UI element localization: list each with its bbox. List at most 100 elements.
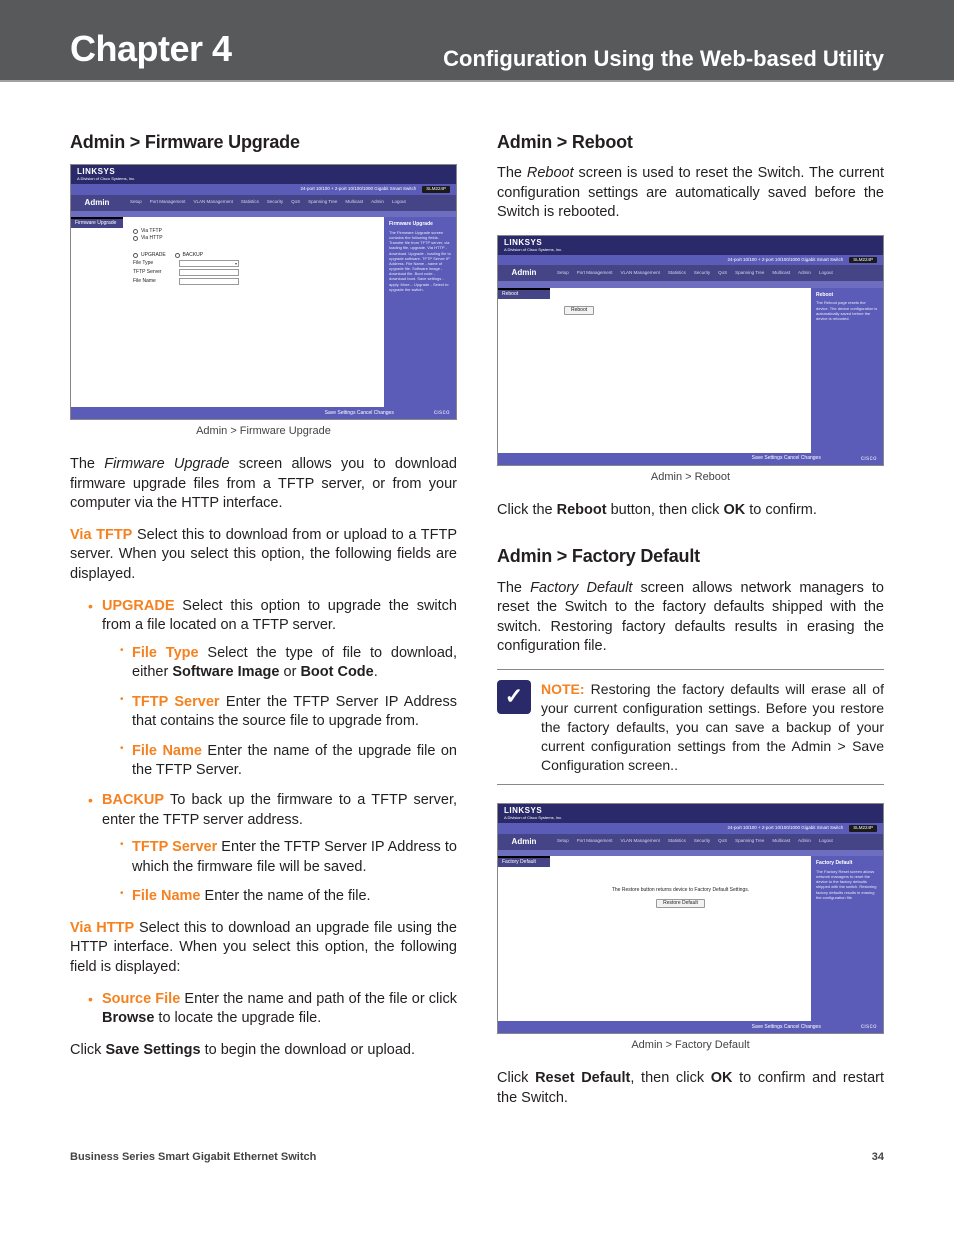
ss-tab: Multicast — [769, 838, 793, 845]
tftp-bullets: UPGRADE Select this option to upgrade th… — [70, 597, 457, 907]
ss-help-t: The Firmware Upgrade screen contains the… — [389, 230, 451, 292]
ss-model-text: 24-port 10/100 + 2-port 10/100/1000 Giga… — [301, 187, 417, 192]
bullet-backup: BACKUP To back up the firmware to a TFTP… — [88, 791, 457, 907]
bullet-upgrade: UPGRADE Select this option to upgrade th… — [88, 597, 457, 782]
ss-fd-message: The Restore button returns device to Fac… — [560, 888, 801, 893]
ss-help-t: The Factory Reset screen allows network … — [816, 869, 878, 900]
ss-side: Reboot — [498, 288, 550, 453]
ss-row-filetype: File Type — [133, 260, 374, 267]
ss-footer: Save Settings Cancel Changes cisco — [71, 407, 456, 419]
ss-main: Via TFTP Via HTTP UPGRADE BACKUP File Ty… — [123, 217, 384, 407]
ss-tab: Admin — [795, 838, 814, 845]
upgrade-sub: File Type Select the type of file to dow… — [102, 644, 457, 781]
checkmark-icon — [497, 680, 531, 714]
ss-side: Firmware Upgrade — [71, 217, 123, 407]
ss-footer: Save Settings Cancel Changes cisco — [498, 453, 883, 465]
ss-tab: QoS — [715, 270, 730, 277]
ss-nav-admin: Admin — [71, 195, 123, 211]
ss-tab: Security — [691, 270, 713, 277]
footer-page-number: 34 — [872, 1150, 884, 1165]
ss-side-active: Firmware Upgrade — [71, 219, 123, 228]
ss-brand: LINKSYS A Division of Cisco Systems, Inc… — [71, 165, 456, 184]
ss-field-filename — [179, 278, 239, 285]
ss-tab: VLAN Management — [618, 838, 663, 845]
sub-filename2: File Name Enter the name of the file. — [120, 887, 457, 907]
http-bullets: Source File Enter the name and path of t… — [70, 990, 457, 1029]
sub-tftpserver2: TFTP Server Enter the TFTP Server IP Add… — [120, 838, 457, 877]
sub-filetype: File Type Select the type of file to dow… — [120, 644, 457, 683]
ss-field-tftp — [179, 269, 239, 276]
cisco-logo: cisco — [861, 1024, 877, 1030]
ss-tab: Port Management — [574, 838, 616, 845]
ss-restore-button: Restore Default — [656, 899, 705, 908]
reboot-click: Click the Reboot button, then click OK t… — [497, 501, 884, 521]
ss-nav-tabs: Setup Port Management VLAN Management St… — [550, 836, 840, 847]
left-column: Admin > Firmware Upgrade LINKSYS A Divis… — [70, 130, 457, 1120]
ss-tab: QoS — [288, 199, 303, 206]
caption-reboot: Admin > Reboot — [497, 470, 884, 485]
ss-model-badge: SLM224P — [849, 825, 877, 832]
ss-tab: Security — [691, 838, 713, 845]
ss-tab: Spanning Tree — [732, 838, 767, 845]
ss-row-tftpserver: TFTP Server — [133, 269, 374, 276]
ss-brand-sub: A Division of Cisco Systems, Inc. — [504, 816, 877, 820]
page-footer: Business Series Smart Gigabit Ethernet S… — [0, 1150, 954, 1189]
ss-brand-name: LINKSYS — [77, 167, 115, 176]
ss-help-h: Factory Default — [816, 860, 878, 867]
via-tftp-para: Via TFTP Select this to download from or… — [70, 526, 457, 585]
ss-reboot-button: Reboot — [564, 306, 594, 315]
ss-mode-upgrade: UPGRADE BACKUP — [133, 253, 374, 258]
ss-radio-tftp: Via TFTP — [133, 229, 374, 234]
ss-tab: Setup — [554, 270, 572, 277]
chapter-subtitle: Configuration Using the Web-based Utilit… — [443, 44, 884, 74]
ss-side-active: Factory Default — [498, 858, 550, 867]
ss-brand: LINKSYS A Division of Cisco Systems, Inc… — [498, 804, 883, 823]
ss-help: Reboot The Reboot page resets the device… — [811, 288, 883, 453]
cisco-logo: cisco — [434, 410, 450, 416]
content-columns: Admin > Firmware Upgrade LINKSYS A Divis… — [0, 82, 954, 1140]
ss-body: Factory Default The Restore button retur… — [498, 856, 883, 1021]
ss-tab: Security — [264, 199, 286, 206]
heading-firmware-upgrade: Admin > Firmware Upgrade — [70, 130, 457, 154]
ss-brand-name: LINKSYS — [504, 238, 542, 247]
ss-nav-admin: Admin — [498, 834, 550, 850]
ss-tab: Port Management — [147, 199, 189, 206]
right-column: Admin > Reboot The Reboot screen is used… — [497, 130, 884, 1120]
ss-tab: VLAN Management — [191, 199, 236, 206]
ss-tab: Logout — [816, 838, 836, 845]
ss-model-bar: 24-port 10/100 + 2-port 10/100/1000 Giga… — [498, 823, 883, 834]
chapter-title: Chapter 4 — [70, 25, 232, 74]
ss-tab: Setup — [554, 838, 572, 845]
ss-model-badge: SLM224P — [422, 186, 450, 193]
ss-tab: Multicast — [769, 270, 793, 277]
ss-help: Factory Default The Factory Reset screen… — [811, 856, 883, 1021]
heading-factory-default: Admin > Factory Default — [497, 544, 884, 568]
ss-tab: Port Management — [574, 270, 616, 277]
ss-tab: VLAN Management — [618, 270, 663, 277]
factory-click: Click Reset Default, then click OK to co… — [497, 1069, 884, 1108]
ss-row-filename: File Name — [133, 278, 374, 285]
heading-reboot: Admin > Reboot — [497, 130, 884, 154]
ss-footer-btns: Save Settings Cancel Changes — [752, 456, 821, 461]
caption-factory: Admin > Factory Default — [497, 1038, 884, 1053]
save-settings-para: Click Save Settings to begin the downloa… — [70, 1041, 457, 1061]
page-header: Chapter 4 Configuration Using the Web-ba… — [0, 0, 954, 80]
ss-tab: Admin — [368, 199, 387, 206]
ss-tab: Statistics — [238, 199, 262, 206]
ss-help-h: Reboot — [816, 292, 878, 299]
ss-nav-tabs: Setup Port Management VLAN Management St… — [550, 268, 840, 279]
bullet-sourcefile: Source File Enter the name and path of t… — [88, 990, 457, 1029]
ss-brand-sub: A Division of Cisco Systems, Inc. — [77, 177, 450, 181]
ss-nav-admin: Admin — [498, 265, 550, 281]
ss-footer-btns: Save Settings Cancel Changes — [752, 1025, 821, 1030]
sub-filename1: File Name Enter the name of the upgrade … — [120, 742, 457, 781]
note-box: NOTE: Restoring the factory defaults wil… — [497, 669, 884, 785]
ss-help-h: Firmware Upgrade — [389, 221, 451, 228]
ss-nav: Admin Setup Port Management VLAN Managem… — [71, 195, 456, 211]
ss-model-text: 24-port 10/100 + 2-port 10/100/1000 Giga… — [728, 826, 844, 831]
ss-tab: Spanning Tree — [732, 270, 767, 277]
note-text: NOTE: Restoring the factory defaults wil… — [541, 680, 884, 774]
via-http-para: Via HTTP Select this to download an upgr… — [70, 919, 457, 978]
ss-side: Factory Default — [498, 856, 550, 1021]
ss-nav: Admin Setup Port Management VLAN Managem… — [498, 265, 883, 281]
